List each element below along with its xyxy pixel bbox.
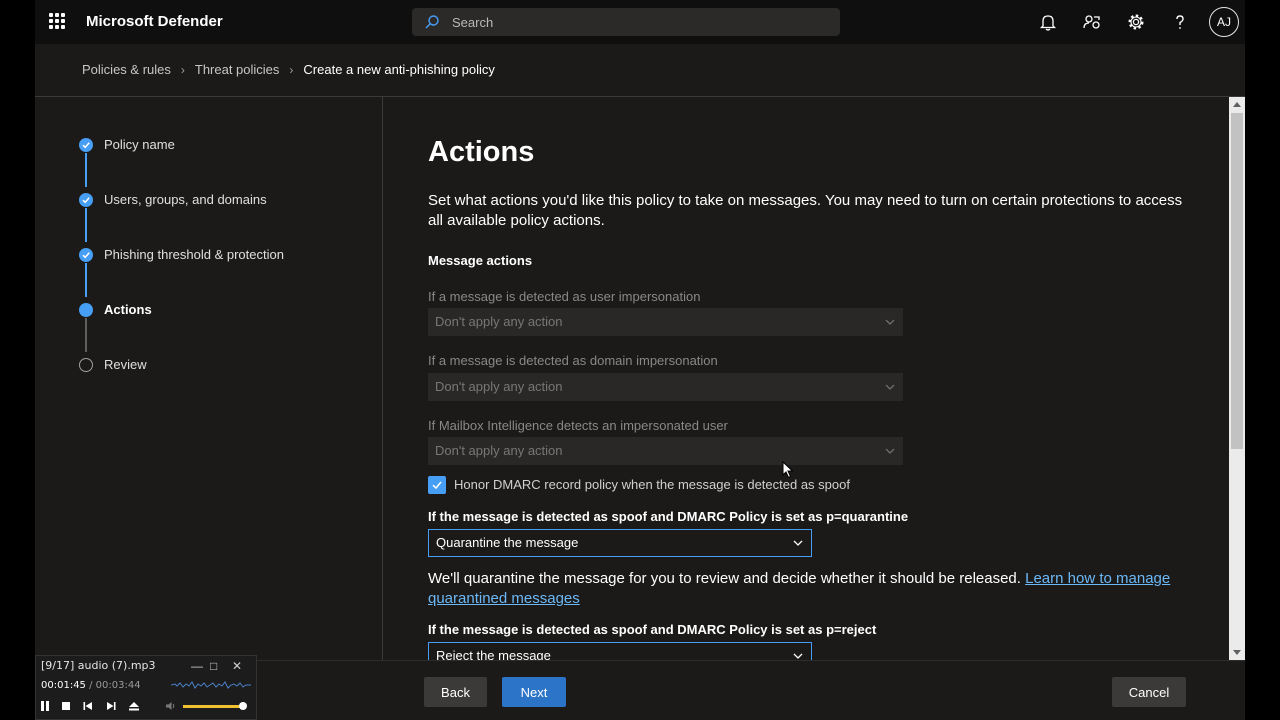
- dropdown-value: Quarantine the message: [436, 535, 579, 550]
- help-icon[interactable]: [1169, 11, 1191, 33]
- volume-slider-knob[interactable]: [239, 702, 247, 710]
- defender-app: Microsoft Defender AJ Policies & rules ›…: [35, 0, 1245, 720]
- domain-impersonation-label: If a message is detected as domain imper…: [428, 353, 718, 368]
- back-button[interactable]: Back: [424, 677, 487, 707]
- step-connector: [85, 153, 87, 187]
- close-icon[interactable]: ✕: [232, 659, 242, 673]
- step-label: Phishing threshold & protection: [104, 247, 284, 262]
- content-scrollbar[interactable]: [1229, 97, 1245, 660]
- breadcrumb: Policies & rules › Threat policies › Cre…: [82, 62, 495, 77]
- chevron-down-icon: [885, 448, 895, 454]
- search-box[interactable]: [412, 8, 840, 36]
- app-title[interactable]: Microsoft Defender: [86, 13, 223, 30]
- actions-panel: Actions Set what actions you'd like this…: [384, 97, 1229, 660]
- scroll-up-arrow-icon[interactable]: [1233, 101, 1241, 107]
- step-actions[interactable]: Actions: [79, 302, 152, 317]
- elapsed-time: 00:01:45: [41, 680, 86, 691]
- page-description: Set what actions you'd like this policy …: [428, 192, 1183, 229]
- time-separator: /: [89, 680, 93, 691]
- step-pending-circle-icon: [79, 357, 93, 372]
- community-icon[interactable]: [1081, 11, 1103, 33]
- player-track-title: [9/17] audio (7).mp3: [41, 659, 156, 672]
- quarantine-policy-label: If the message is detected as spoof and …: [428, 509, 909, 524]
- volume-speaker-icon[interactable]: [165, 700, 177, 712]
- search-input[interactable]: [452, 8, 832, 36]
- breadcrumb-separator-icon: ›: [289, 62, 294, 77]
- chevron-down-icon: [885, 319, 895, 325]
- dropdown-value: Reject the message: [436, 648, 551, 660]
- step-label: Actions: [104, 302, 152, 317]
- quarantine-info-text: We'll quarantine the message for you to …: [428, 570, 1021, 587]
- user-impersonation-label: If a message is detected as user imperso…: [428, 289, 701, 304]
- user-impersonation-dropdown: Don't apply any action: [428, 308, 903, 336]
- step-complete-check-icon: [79, 137, 93, 152]
- player-time: 00:01:45 / 00:03:44: [41, 680, 141, 691]
- step-label: Review: [104, 357, 147, 372]
- mailbox-intelligence-label: If Mailbox Intelligence detects an imper…: [428, 418, 728, 433]
- domain-impersonation-dropdown: Don't apply any action: [428, 373, 903, 401]
- dropdown-value: Don't apply any action: [435, 443, 563, 458]
- breadcrumb-threat-policies[interactable]: Threat policies: [195, 62, 280, 77]
- waveform-icon[interactable]: [171, 677, 251, 693]
- app-launcher-icon[interactable]: [49, 13, 65, 29]
- quarantine-policy-dropdown[interactable]: Quarantine the message: [428, 529, 812, 557]
- scroll-down-arrow-icon[interactable]: [1233, 650, 1241, 656]
- step-connector: [85, 318, 87, 352]
- media-player: [9/17] audio (7).mp3 — □ ✕ 00:01:45 / 00…: [35, 655, 257, 720]
- breadcrumb-policies-rules[interactable]: Policies & rules: [82, 62, 171, 77]
- next-button[interactable]: Next: [502, 677, 566, 707]
- step-connector: [85, 263, 87, 297]
- step-review[interactable]: Review: [79, 357, 147, 372]
- quarantine-info: We'll quarantine the message for you to …: [428, 569, 1188, 609]
- reject-policy-dropdown[interactable]: Reject the message: [428, 642, 812, 660]
- mouse-cursor-icon: [782, 461, 794, 479]
- top-bar: Microsoft Defender AJ: [35, 0, 1245, 44]
- scrollbar-thumb[interactable]: [1231, 113, 1243, 449]
- maximize-icon[interactable]: □: [210, 659, 217, 673]
- step-phishing-threshold[interactable]: Phishing threshold & protection: [79, 247, 284, 262]
- checkmark-icon: [432, 481, 442, 490]
- step-current-dot-icon: [79, 302, 93, 317]
- honor-dmarc-checkbox[interactable]: [428, 476, 446, 494]
- minimize-icon[interactable]: —: [191, 659, 203, 673]
- page-title: Actions: [428, 136, 535, 168]
- honor-dmarc-label[interactable]: Honor DMARC record policy when the messa…: [454, 477, 850, 492]
- eject-icon[interactable]: [128, 700, 140, 712]
- chevron-down-icon: [793, 653, 803, 659]
- breadcrumb-separator-icon: ›: [180, 62, 185, 77]
- breadcrumb-current: Create a new anti-phishing policy: [303, 62, 495, 77]
- chevron-down-icon: [793, 540, 803, 546]
- wizard-steps: Policy name Users, groups, and domains P…: [35, 97, 383, 660]
- step-connector: [85, 208, 87, 242]
- step-complete-check-icon: [79, 247, 93, 262]
- cancel-button[interactable]: Cancel: [1112, 677, 1186, 707]
- message-actions-heading: Message actions: [428, 253, 533, 268]
- step-label: Policy name: [104, 137, 175, 152]
- pause-icon[interactable]: [39, 700, 51, 712]
- previous-track-icon[interactable]: [82, 700, 94, 712]
- step-label: Users, groups, and domains: [104, 192, 267, 207]
- dropdown-value: Don't apply any action: [435, 379, 563, 394]
- dropdown-value: Don't apply any action: [435, 314, 563, 329]
- volume-slider[interactable]: [183, 705, 241, 708]
- mailbox-intelligence-dropdown: Don't apply any action: [428, 437, 903, 465]
- stop-icon[interactable]: [60, 700, 72, 712]
- step-users-groups-domains[interactable]: Users, groups, and domains: [79, 192, 267, 207]
- total-time: 00:03:44: [95, 680, 141, 691]
- search-icon: [425, 15, 439, 29]
- user-avatar[interactable]: AJ: [1209, 7, 1239, 37]
- step-policy-name[interactable]: Policy name: [79, 137, 175, 152]
- step-complete-check-icon: [79, 192, 93, 207]
- notifications-bell-icon[interactable]: [1037, 11, 1059, 33]
- next-track-icon[interactable]: [105, 700, 117, 712]
- reject-policy-label: If the message is detected as spoof and …: [428, 622, 877, 637]
- settings-gear-icon[interactable]: [1125, 11, 1147, 33]
- chevron-down-icon: [885, 384, 895, 390]
